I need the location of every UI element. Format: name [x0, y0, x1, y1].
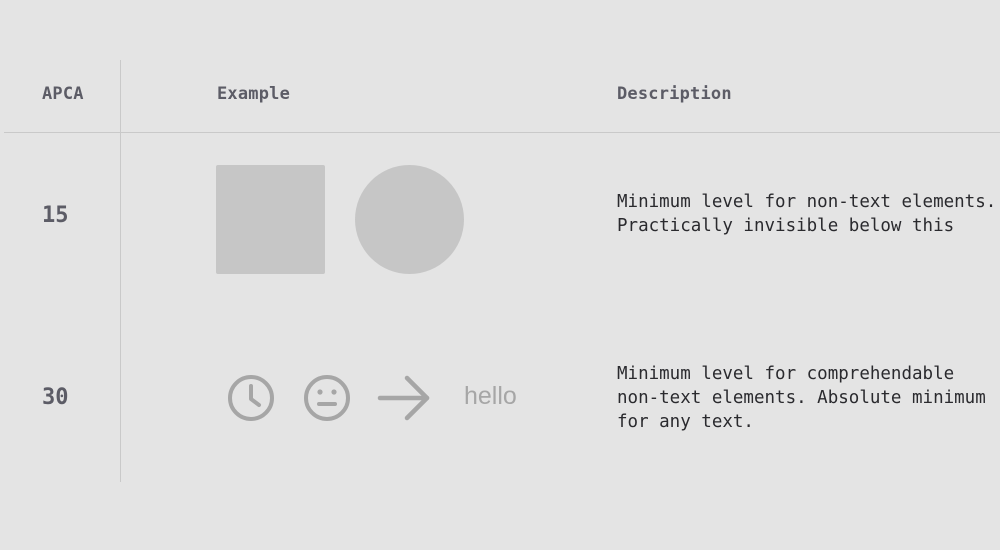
apca-level-30: 30	[42, 385, 69, 410]
example-square	[216, 165, 325, 274]
description-row-30: Minimum level for comprehendable non-tex…	[617, 364, 986, 432]
neutral-face-icon	[304, 375, 350, 421]
column-divider	[120, 60, 121, 482]
header-example: Example	[217, 84, 291, 104]
header-divider	[4, 132, 1000, 133]
apca-level-15: 15	[42, 203, 69, 228]
description-row-15: Minimum level for non-text elements. Pra…	[617, 192, 997, 236]
example-circle	[355, 165, 464, 274]
example-text-hello: hello	[464, 382, 517, 410]
header-description: Description	[617, 84, 732, 104]
clock-icon	[228, 375, 274, 421]
apca-contrast-table: APCA Example Description 15 Minimum leve…	[0, 0, 1000, 550]
arrow-right-icon	[377, 375, 430, 421]
header-apca: APCA	[42, 84, 84, 104]
